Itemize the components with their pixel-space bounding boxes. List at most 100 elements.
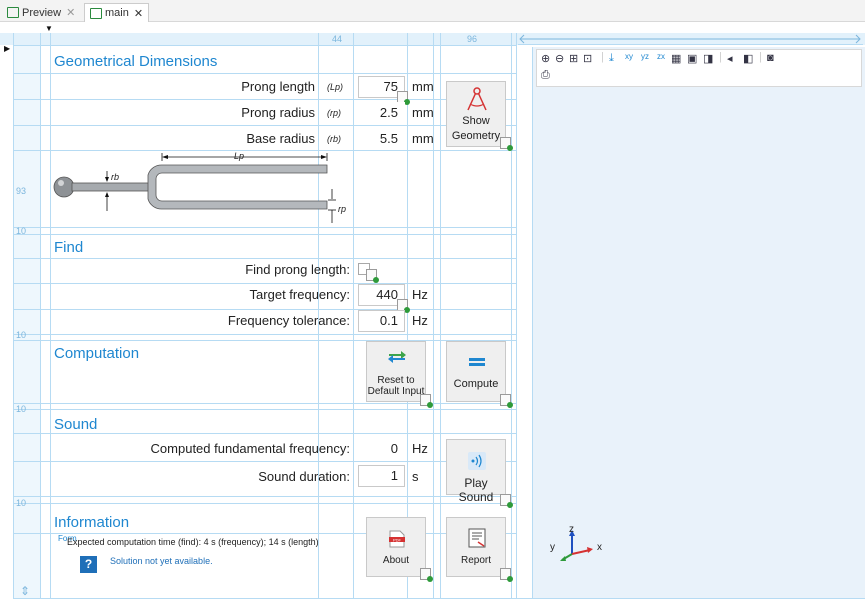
transparency-icon[interactable]: ▣ xyxy=(687,52,697,65)
tab-preview[interactable]: Preview ✕ xyxy=(2,3,80,22)
close-icon[interactable]: ✕ xyxy=(134,7,143,20)
solution-status-text: Solution not yet available. xyxy=(110,556,213,566)
prong-length-unit: mm xyxy=(412,79,434,94)
zx-view-icon[interactable]: zx xyxy=(657,52,665,61)
sound-duration-input[interactable]: 1 xyxy=(358,465,405,487)
reset-default-button[interactable]: Reset to Default Input xyxy=(366,341,426,402)
target-frequency-label: Target frequency: xyxy=(249,287,350,302)
image-snapshot-icon[interactable]: ◙ xyxy=(767,52,774,64)
tab-preview-label: Preview xyxy=(22,6,62,19)
zoom-extents-icon[interactable]: ⊡ xyxy=(583,52,592,65)
section-title-information: Information xyxy=(54,514,130,531)
column-number: 44 xyxy=(332,34,343,44)
computed-frequency-value: 0 xyxy=(358,438,405,460)
report-button[interactable]: Report xyxy=(446,517,506,577)
button-settings-icon[interactable] xyxy=(500,568,513,582)
base-radius-input[interactable]: 5.5 xyxy=(358,128,405,150)
form-icon xyxy=(90,7,102,19)
button-settings-icon[interactable] xyxy=(420,568,433,582)
prong-radius-unit: mm xyxy=(412,105,434,120)
show-geometry-label: Show Geometry xyxy=(451,115,501,142)
lights-icon[interactable]: ◂ xyxy=(727,52,733,65)
expected-time-text: Expected computation time (find): 4 s (f… xyxy=(67,537,319,547)
graphics-window[interactable] xyxy=(532,47,865,598)
prong-radius-symbol: (rp) xyxy=(327,108,341,118)
base-radius-label: Base radius xyxy=(246,131,315,146)
reset-arrows-icon xyxy=(388,351,406,363)
report-label: Report xyxy=(460,555,491,566)
base-radius-symbol: (rb) xyxy=(327,134,341,144)
sound-wave-icon xyxy=(468,452,486,470)
prong-length-label: Prong length xyxy=(241,79,315,94)
sound-duration-unit: s xyxy=(412,469,419,484)
computed-frequency-label: Computed fundamental frequency: xyxy=(150,441,350,456)
computed-frequency-unit: Hz xyxy=(412,441,428,456)
graphics-toolbar: ⊕ ⊖ ⊞ ⊡ | ⤓ xy yz zx ▦ ▣ ◨ | ◂ ◧ | ◙ ⎙ xyxy=(536,49,862,87)
target-frequency-unit: Hz xyxy=(412,287,428,302)
tuning-fork-figure xyxy=(53,153,336,223)
zoom-out-icon[interactable]: ⊖ xyxy=(555,52,564,65)
row-number: 93 xyxy=(16,186,27,196)
row-number: 10 xyxy=(16,498,27,508)
frequency-tolerance-input[interactable]: 0.1 xyxy=(358,310,405,332)
figure-rp-label: rp xyxy=(338,204,347,214)
close-icon[interactable]: ✕ xyxy=(66,6,75,19)
resize-icon[interactable]: ⇕ xyxy=(20,584,30,598)
button-settings-icon[interactable] xyxy=(420,394,433,408)
play-sound-button[interactable]: Play Sound xyxy=(446,439,506,504)
document-tab-bar: Preview ✕ main ✕ xyxy=(0,0,865,22)
reset-default-label: Reset to Default Input xyxy=(367,375,425,397)
compute-button[interactable]: Compute xyxy=(446,341,506,402)
axis-y-label: y xyxy=(550,542,555,553)
prong-radius-input[interactable]: 2.5 xyxy=(358,102,405,124)
frequency-tolerance-unit: Hz xyxy=(412,313,428,328)
prong-radius-label: Prong radius xyxy=(241,105,315,120)
compass-icon xyxy=(467,87,487,111)
sound-duration-label: Sound duration: xyxy=(258,469,350,484)
column-number: 96 xyxy=(467,34,478,44)
scene-light-icon[interactable]: ◧ xyxy=(743,52,753,65)
xy-view-icon[interactable]: xy xyxy=(625,52,633,61)
print-icon[interactable]: ⎙ xyxy=(541,69,550,82)
section-title-sound: Sound xyxy=(54,416,98,433)
figure-rb-label: rb xyxy=(111,172,120,182)
play-sound-label: Play Sound xyxy=(458,476,494,504)
pdf-icon: PDF xyxy=(389,530,405,548)
button-settings-icon[interactable] xyxy=(500,137,513,151)
section-title-computation: Computation xyxy=(54,345,140,362)
about-button[interactable]: PDF About xyxy=(366,517,426,577)
axis-z-label: z xyxy=(569,524,574,535)
report-icon xyxy=(468,528,486,548)
row-number: 10 xyxy=(16,404,27,414)
grid-icon[interactable]: ▦ xyxy=(671,52,681,65)
button-settings-icon[interactable] xyxy=(500,494,513,508)
row-number: 10 xyxy=(16,330,27,340)
zoom-in-icon[interactable]: ⊕ xyxy=(541,52,550,65)
tab-main[interactable]: main ✕ xyxy=(84,3,150,22)
help-icon[interactable]: ? xyxy=(80,556,97,573)
column-marker-icon: ▼ xyxy=(45,24,53,33)
prong-length-symbol: (Lp) xyxy=(327,82,344,92)
row-marker-icon: ▶ xyxy=(4,44,11,53)
yz-view-icon[interactable]: yz xyxy=(641,52,649,61)
compute-label: Compute xyxy=(453,378,499,390)
preview-icon xyxy=(7,7,19,18)
wireframe-icon[interactable]: ◨ xyxy=(703,52,713,65)
row-number: 10 xyxy=(16,226,27,236)
section-title-geometry: Geometrical Dimensions xyxy=(54,53,218,70)
frequency-tolerance-label: Frequency tolerance: xyxy=(227,313,350,328)
base-radius-unit: mm xyxy=(412,131,434,146)
figure-lp-label: Lp xyxy=(234,151,245,161)
horizontal-resize-handle[interactable] xyxy=(518,33,863,45)
svg-text:PDF: PDF xyxy=(393,537,402,542)
section-title-find: Find xyxy=(54,239,84,256)
go-to-default-view-icon[interactable]: ⤓ xyxy=(609,52,614,65)
axis-x-label: x xyxy=(597,542,602,553)
tab-main-label: main xyxy=(105,7,129,19)
checkbox-settings-icon[interactable] xyxy=(366,269,379,283)
zoom-box-icon[interactable]: ⊞ xyxy=(569,52,578,65)
about-label: About xyxy=(382,555,410,566)
compute-icon xyxy=(469,358,485,366)
button-settings-icon[interactable] xyxy=(500,394,513,408)
show-geometry-button[interactable]: Show Geometry xyxy=(446,81,506,147)
